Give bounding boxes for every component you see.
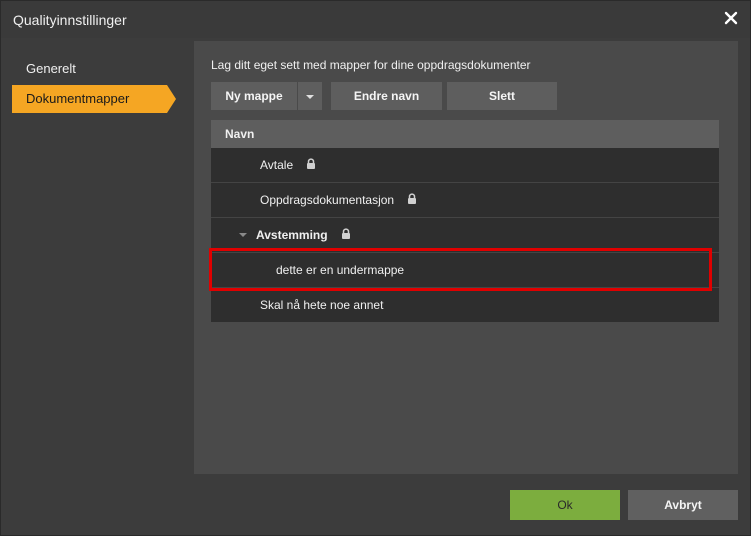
window-title: Qualityinnstillinger <box>13 12 127 28</box>
new-folder-dropdown-button[interactable] <box>298 82 322 110</box>
delete-button[interactable]: Slett <box>447 82 557 110</box>
row-label: Avtale <box>260 158 294 172</box>
sidebar-item-label: Dokumentmapper <box>26 91 130 106</box>
intro-text: Lag ditt eget sett med mapper for dine o… <box>211 58 531 72</box>
lock-icon <box>307 158 315 169</box>
settings-dialog: Qualityinnstillinger Generelt Dokumentma… <box>0 0 751 536</box>
main-panel: Lag ditt eget sett med mapper for dine o… <box>194 41 738 474</box>
table-row[interactable]: dette er en undermappe <box>211 253 719 288</box>
folder-table: Navn Avtale Oppdragsdokumentasjon Avstem… <box>211 120 719 322</box>
new-folder-button[interactable]: Ny mappe <box>211 82 297 110</box>
close-icon[interactable] <box>723 10 739 26</box>
sidebar: Generelt Dokumentmapper <box>1 41 193 481</box>
column-header-name[interactable]: Navn <box>211 120 719 148</box>
table-row[interactable]: Avtale <box>211 148 719 183</box>
row-label: Avstemming <box>256 228 328 242</box>
table-row[interactable]: Skal nå hete noe annet <box>211 288 719 322</box>
table-row[interactable]: Oppdragsdokumentasjon <box>211 183 719 218</box>
lock-icon <box>408 193 416 204</box>
cancel-button[interactable]: Avbryt <box>628 490 738 520</box>
chevron-down-icon <box>306 94 314 99</box>
rename-button[interactable]: Endre navn <box>331 82 442 110</box>
title-bar: Qualityinnstillinger <box>1 1 750 38</box>
row-label: Oppdragsdokumentasjon <box>260 193 395 207</box>
row-label: dette er en undermappe <box>276 263 405 277</box>
row-label: Skal nå hete noe annet <box>260 298 384 312</box>
table-row[interactable]: Avstemming <box>211 218 719 253</box>
sidebar-item-dokumentmapper[interactable]: Dokumentmapper <box>12 85 176 113</box>
expand-caret-icon[interactable] <box>239 233 247 237</box>
lock-icon <box>342 228 350 239</box>
sidebar-item-generelt[interactable]: Generelt <box>12 55 162 83</box>
sidebar-item-label: Generelt <box>26 61 76 76</box>
ok-button[interactable]: Ok <box>510 490 620 520</box>
